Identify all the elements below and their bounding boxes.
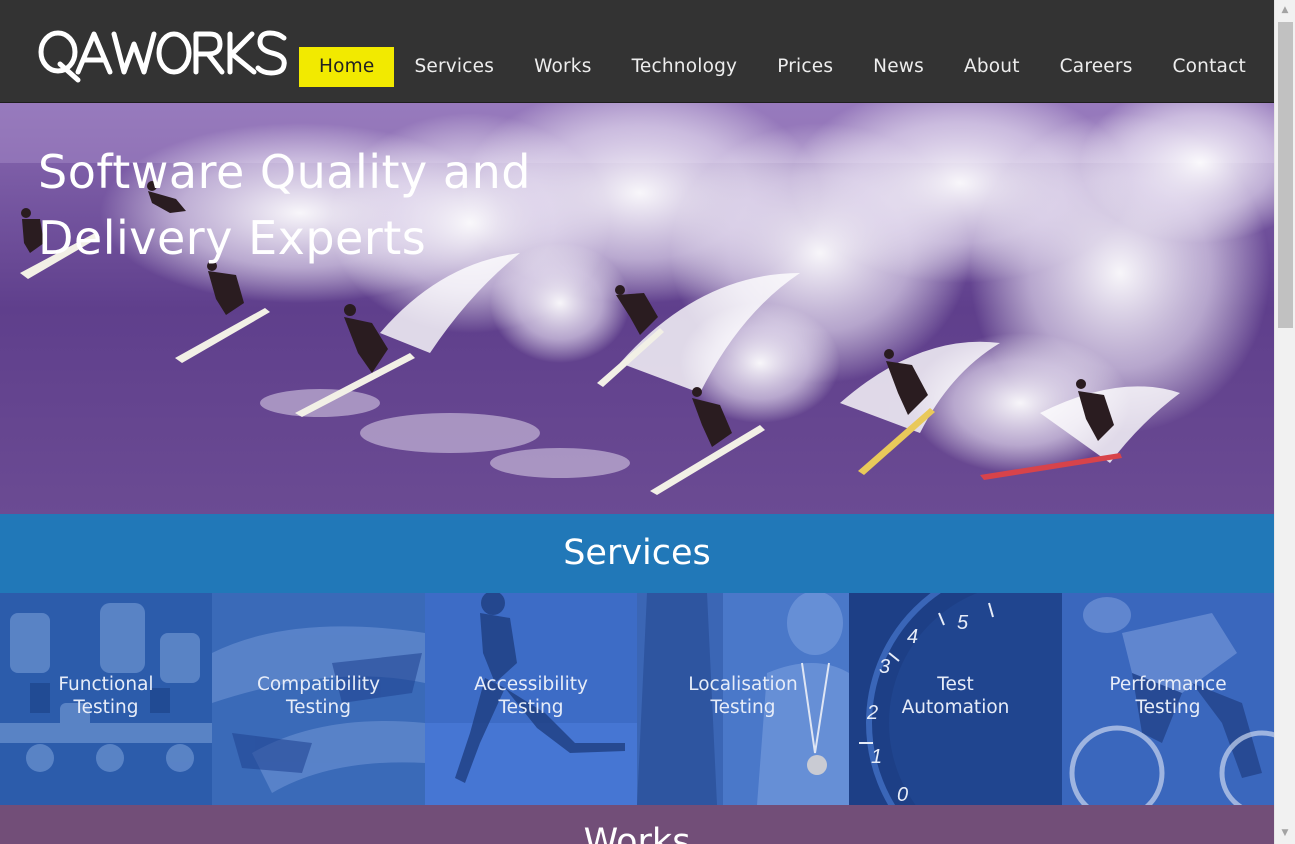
nav-about[interactable]: About <box>944 47 1040 87</box>
hero-title-line1: Software Quality and <box>38 145 531 199</box>
svg-text:4: 4 <box>907 626 918 648</box>
service-label: Accessibility Testing <box>474 674 588 718</box>
service-tile-test-automation[interactable]: 5 4 3 2 1 0 Test Automation <box>849 593 1062 805</box>
hero-title-line2: Delivery Experts <box>38 211 427 265</box>
works-section-header: Works <box>0 805 1274 844</box>
nav-services[interactable]: Services <box>394 47 514 87</box>
svg-text:5: 5 <box>957 612 969 634</box>
main-nav: Home Services Works Technology Prices Ne… <box>299 47 1266 87</box>
service-label: Functional Testing <box>58 674 154 718</box>
service-tile-localisation-testing[interactable]: Localisation Testing <box>637 593 849 805</box>
scroll-down-arrow-icon[interactable]: ▼ <box>1275 825 1295 842</box>
page: Home Services Works Technology Prices Ne… <box>0 0 1274 844</box>
service-label: Performance Testing <box>1109 674 1227 718</box>
nav-news[interactable]: News <box>853 47 944 87</box>
service-tile-performance-testing[interactable]: Performance Testing <box>1062 593 1274 805</box>
nav-home[interactable]: Home <box>299 47 395 87</box>
works-heading: Works <box>583 822 691 844</box>
service-tile-functional-testing[interactable]: Functional Testing <box>0 593 212 805</box>
service-label: Test Automation <box>901 674 1010 718</box>
nav-contact[interactable]: Contact <box>1153 47 1266 87</box>
nav-works[interactable]: Works <box>514 47 612 87</box>
services-heading: Services <box>563 533 711 573</box>
service-tile-compatibility-testing[interactable]: Compatibility Testing <box>212 593 425 805</box>
hero-title: Software Quality and Delivery Experts <box>38 139 598 271</box>
hero-banner: Software Quality and Delivery Experts <box>0 103 1274 514</box>
nav-careers[interactable]: Careers <box>1040 47 1153 87</box>
service-label: Compatibility Testing <box>256 674 381 718</box>
qaworks-logo[interactable] <box>38 28 290 84</box>
scroll-up-arrow-icon[interactable]: ▲ <box>1275 2 1295 19</box>
service-tile-accessibility-testing[interactable]: Accessibility Testing <box>425 593 637 805</box>
site-header: Home Services Works Technology Prices Ne… <box>0 0 1274 103</box>
vertical-scrollbar[interactable]: ▲ ▼ <box>1274 0 1295 844</box>
nav-technology[interactable]: Technology <box>612 47 758 87</box>
svg-text:0: 0 <box>897 784 908 805</box>
services-tiles: FunctionalTesting CompatibilityTesting <box>0 593 1274 805</box>
svg-text:1: 1 <box>871 746 882 768</box>
service-label: Localisation Testing <box>688 674 798 718</box>
services-section-header: Services <box>0 514 1274 593</box>
scrollbar-thumb[interactable] <box>1278 22 1293 328</box>
nav-prices[interactable]: Prices <box>757 47 853 87</box>
